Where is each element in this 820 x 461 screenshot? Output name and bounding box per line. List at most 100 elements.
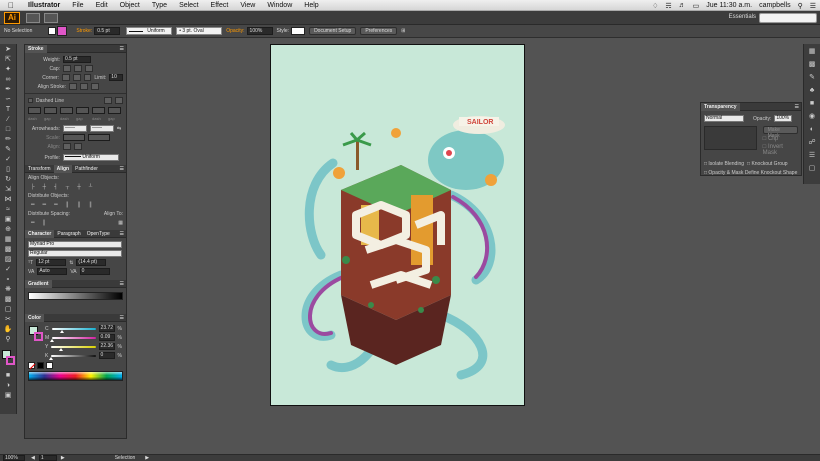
make-mask-button[interactable]: Make Mask <box>762 126 798 139</box>
horizontal-distribute-center-icon[interactable]: ║ <box>77 202 81 208</box>
vertical-align-center-icon[interactable]: ┼ <box>77 184 81 190</box>
menu-help[interactable]: Help <box>298 2 324 9</box>
round-join-button[interactable] <box>72 74 81 81</box>
limit-field[interactable]: 10 <box>109 74 123 81</box>
notification-icon[interactable]: ☰ <box>810 2 816 10</box>
preserve-dash-button[interactable] <box>104 97 112 104</box>
clip-checkbox[interactable]: □ Clip <box>763 136 798 142</box>
yellow-slider[interactable] <box>51 345 96 351</box>
direct-selection-tool-icon[interactable]: ⇱ <box>1 55 15 64</box>
character-tab[interactable]: Character <box>25 229 55 238</box>
pen-tool-icon[interactable]: ✒ <box>1 85 15 94</box>
transparency-opacity-field[interactable]: 100% <box>774 115 793 122</box>
brushes-icon[interactable]: ✎ <box>806 73 818 83</box>
panel-menu-icon[interactable]: ☰ <box>120 166 126 172</box>
curvature-tool-icon[interactable]: ∽ <box>1 95 15 104</box>
gap-field-2[interactable] <box>76 107 89 114</box>
panel-menu-icon[interactable]: ☰ <box>120 315 126 321</box>
font-style-select[interactable]: Regular <box>28 250 122 257</box>
align-dash-button[interactable] <box>115 97 123 104</box>
stroke-panel-header[interactable]: Stroke ☰ <box>25 44 126 53</box>
color-tab[interactable]: Color <box>25 313 45 322</box>
artboard[interactable]: SAILOR <box>270 44 525 406</box>
leading-field[interactable]: (14.4 pt) <box>76 259 107 266</box>
slider-thumb[interactable] <box>49 356 54 360</box>
menu-file[interactable]: File <box>66 2 89 9</box>
artboards-icon[interactable]: ▢ <box>806 164 818 174</box>
horizontal-align-left-icon[interactable]: ├ <box>31 184 35 190</box>
gradient-preview[interactable] <box>28 292 123 300</box>
pencil-tool-icon[interactable]: ✎ <box>1 145 15 154</box>
dash-field-1[interactable] <box>28 107 41 114</box>
arrange-icon[interactable]: ⊞ <box>401 28 405 34</box>
invert-mask-checkbox[interactable]: □ Invert Mask <box>763 144 798 156</box>
width-tool-icon[interactable]: ⋈ <box>1 195 15 204</box>
start-arrowhead-select[interactable]: —— <box>63 125 87 132</box>
knockout-group-checkbox[interactable]: □ Knockout Group <box>747 161 788 167</box>
swap-arrowheads-icon[interactable]: ⇆ <box>117 126 121 132</box>
paintbrush-tool-icon[interactable]: ✏ <box>1 135 15 144</box>
stroke-swatch[interactable] <box>57 26 68 36</box>
shape-builder-tool-icon[interactable]: ⊕ <box>1 225 15 234</box>
menu-select[interactable]: Select <box>173 2 204 9</box>
symbol-sprayer-tool-icon[interactable]: ❋ <box>1 285 15 294</box>
rotate-tool-icon[interactable]: ↻ <box>1 175 15 184</box>
previous-artboard-icon[interactable]: ◀ <box>31 455 35 461</box>
butt-cap-button[interactable] <box>63 65 71 72</box>
type-tool-icon[interactable]: T <box>1 105 15 114</box>
panel-menu-icon[interactable]: ☰ <box>120 281 126 287</box>
perspective-grid-tool-icon[interactable]: ▦ <box>1 235 15 244</box>
end-scale-field[interactable] <box>88 134 110 141</box>
lasso-tool-icon[interactable]: ∞ <box>1 75 15 84</box>
swatches-icon[interactable]: ▩ <box>806 60 818 70</box>
artboard-number-field[interactable]: 1 <box>38 455 57 461</box>
fill-swatch[interactable] <box>48 27 57 35</box>
round-cap-button[interactable] <box>74 65 82 72</box>
kerning-field[interactable]: Auto <box>37 268 68 275</box>
help-search-input[interactable] <box>759 13 817 23</box>
blob-brush-tool-icon[interactable]: ✓ <box>1 155 15 164</box>
opacity-mask-thumbnail[interactable] <box>704 126 757 150</box>
hand-tool-icon[interactable]: ✋ <box>1 325 15 334</box>
vertical-distribute-space-icon[interactable]: ═ <box>31 220 35 226</box>
panel-menu-icon[interactable]: ☰ <box>120 46 126 52</box>
black-field[interactable]: 0 <box>98 352 115 359</box>
gap-field-1[interactable] <box>44 107 57 114</box>
arrow-place-align-button[interactable] <box>74 143 82 150</box>
dash-field-3[interactable] <box>92 107 105 114</box>
panel-menu-icon[interactable]: ☰ <box>120 231 126 237</box>
cyan-field[interactable]: 23.72 <box>98 325 115 332</box>
zoom-tool-icon[interactable]: ⚲ <box>1 335 15 344</box>
start-scale-field[interactable] <box>63 134 85 141</box>
blend-tool-icon[interactable]: ∘ <box>1 275 15 284</box>
color-mode-icon[interactable]: ■ <box>1 371 15 380</box>
gap-field-3[interactable] <box>108 107 121 114</box>
dropbox-icon[interactable]: ♢ <box>652 2 658 10</box>
yellow-field[interactable]: 22.36 <box>98 343 115 350</box>
isolate-blending-checkbox[interactable]: □ Isolate Blending <box>704 161 744 167</box>
color-fill-stroke-widget[interactable] <box>28 324 44 346</box>
align-inside-button[interactable] <box>80 83 88 90</box>
free-transform-tool-icon[interactable]: ▣ <box>1 215 15 224</box>
slice-tool-icon[interactable]: ✂ <box>1 315 15 324</box>
white-swatch[interactable] <box>46 362 53 369</box>
black-swatch[interactable] <box>37 362 44 369</box>
vertical-distribute-center-icon[interactable]: ═ <box>43 202 47 208</box>
arrow-tip-align-button[interactable] <box>63 143 71 150</box>
transparency-tab[interactable]: Transparency <box>701 102 740 111</box>
slider-thumb[interactable] <box>60 329 65 333</box>
opentype-tab[interactable]: OpenType <box>84 230 113 238</box>
miter-join-button[interactable] <box>61 74 70 81</box>
horizontal-align-center-icon[interactable]: ┼ <box>43 184 47 190</box>
wifi-icon[interactable]: ☴ <box>665 2 671 10</box>
status-menu-icon[interactable]: ▶ <box>145 455 149 461</box>
opacity-label[interactable]: Opacity: <box>226 28 244 34</box>
apple-icon[interactable]:  <box>0 1 22 10</box>
opacity-mask-knockout-checkbox[interactable]: □ Opacity & Mask Define Knockout Shape <box>704 170 797 176</box>
menu-type[interactable]: Type <box>146 2 173 9</box>
artboard-tool-icon[interactable]: ▢ <box>1 305 15 314</box>
stroke-label[interactable]: Stroke: <box>76 28 92 34</box>
vertical-align-bottom-icon[interactable]: ┴ <box>89 184 93 190</box>
menu-effect[interactable]: Effect <box>205 2 235 9</box>
menu-object[interactable]: Object <box>114 2 146 9</box>
